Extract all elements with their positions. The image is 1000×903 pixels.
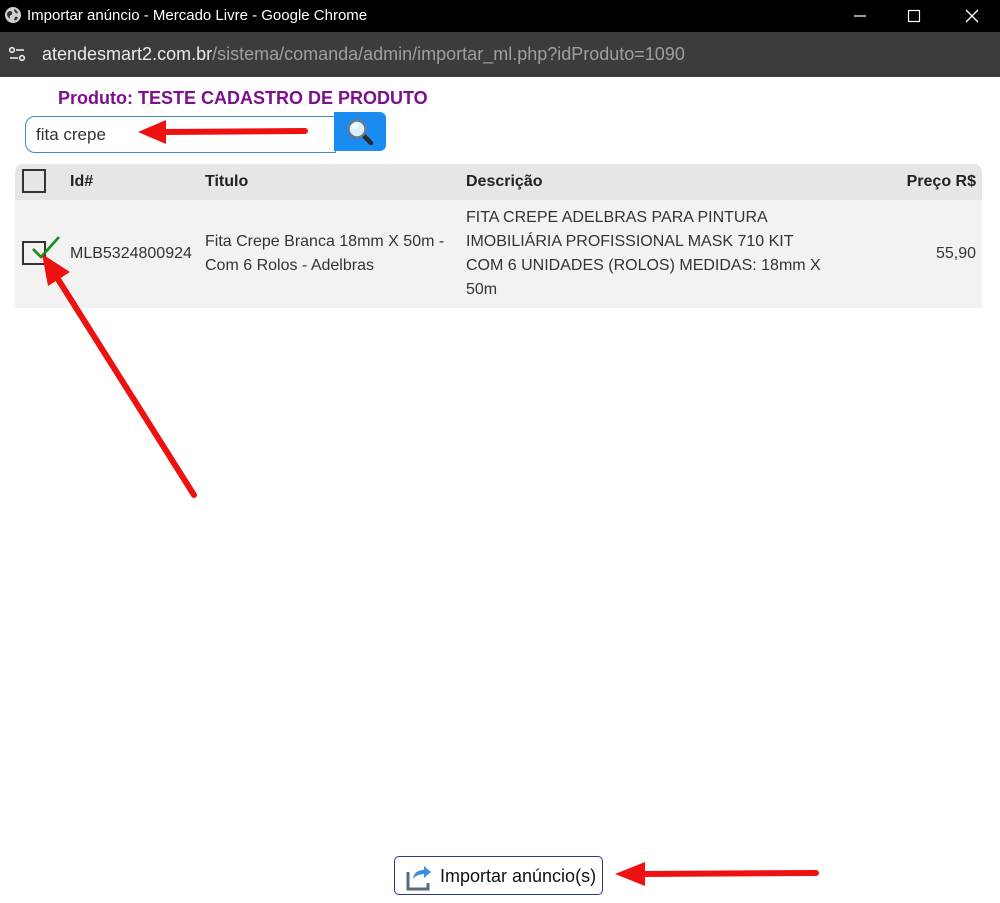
tune-icon (8, 46, 26, 62)
table-header: Id# Titulo Descrição Preço R$ (15, 164, 982, 200)
search-button[interactable] (334, 112, 386, 151)
row-description-line: COM 6 UNIDADES (ROLOS) MEDIDAS: 18mm X (466, 257, 821, 274)
close-button[interactable] (944, 0, 1000, 32)
import-button-label: Importar anúncio(s) (440, 866, 597, 886)
row-title-line: Fita Crepe Branca 18mm X 50m - (205, 233, 445, 250)
row-description-line: IMOBILIÁRIA PROFISSIONAL MASK 710 KIT (466, 233, 794, 250)
checkmark-icon (32, 236, 61, 259)
search-input[interactable] (25, 116, 336, 153)
window-title: Importar anúncio - Mercado Livre - Googl… (27, 7, 368, 24)
search-icon (347, 118, 374, 145)
row-id: MLB5324800924 (70, 245, 192, 262)
url-text[interactable]: atendesmart2.com.br/sistema/comanda/admi… (42, 44, 685, 65)
header-title: Titulo (205, 173, 249, 190)
table-row[interactable]: MLB5324800924 Fita Crepe Branca 18mm X 5… (15, 200, 982, 308)
page-content: Produto: TESTE CADASTRO DE PRODUTO Id# T… (0, 77, 1000, 903)
address-bar: atendesmart2.com.br/sistema/comanda/admi… (0, 32, 1000, 77)
row-description-line: 50m (466, 281, 498, 298)
minimize-button[interactable] (832, 0, 888, 32)
window-titlebar: Importar anúncio - Mercado Livre - Googl… (0, 0, 1000, 32)
product-title: Produto: TESTE CADASTRO DE PRODUTO (58, 88, 428, 108)
row-price: 55,90 (935, 245, 976, 262)
maximize-button[interactable] (886, 0, 942, 32)
header-price: Preço R$ (906, 173, 976, 190)
site-info-button[interactable] (0, 36, 34, 72)
header-description: Descrição (466, 173, 543, 190)
url-host: atendesmart2.com.br (42, 44, 213, 64)
header-id: Id# (70, 173, 94, 190)
row-title-line: Com 6 Rolos - Adelbras (205, 257, 374, 274)
close-icon (965, 9, 979, 23)
select-all-checkbox[interactable] (22, 169, 46, 193)
row-title: Fita Crepe Branca 18mm X 50m - Com 6 Rol… (205, 230, 444, 278)
maximize-icon (907, 9, 921, 23)
import-button[interactable]: Importar anúncio(s) (394, 856, 603, 895)
row-description-line: FITA CREPE ADELBRAS PARA PINTURA (466, 209, 768, 226)
globe-icon (5, 7, 21, 23)
minimize-icon (854, 15, 866, 17)
import-icon (406, 866, 431, 891)
url-path: /sistema/comanda/admin/importar_ml.php?i… (212, 44, 685, 64)
row-description: FITA CREPE ADELBRAS PARA PINTURA IMOBILI… (466, 206, 821, 302)
